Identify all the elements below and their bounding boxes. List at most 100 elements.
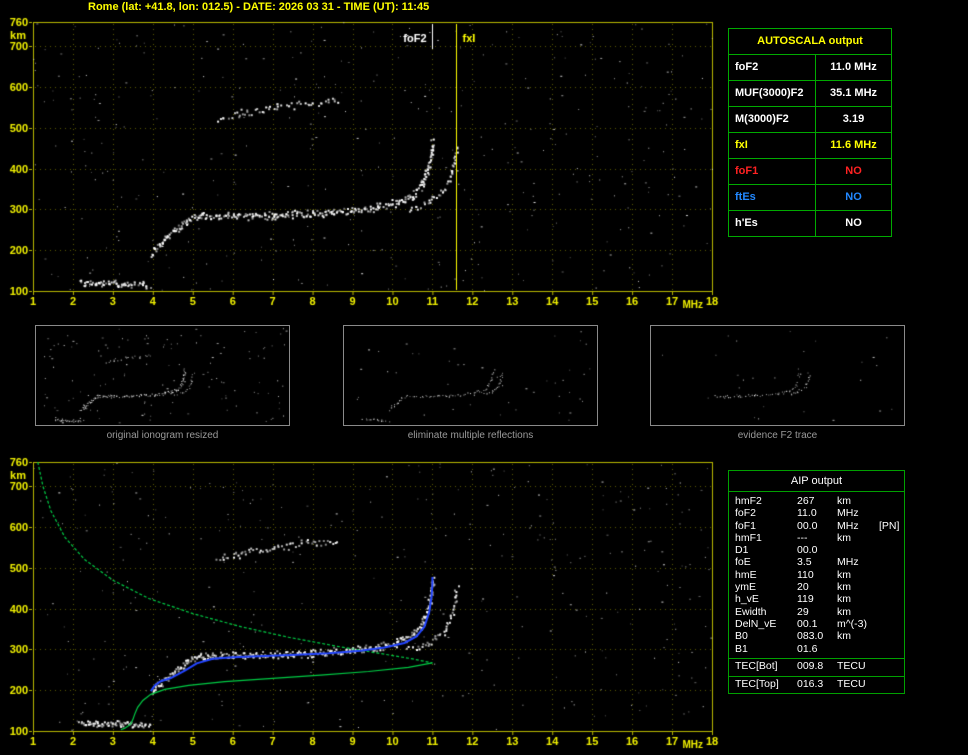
- autoscala-row-ftes: ftEs NO: [729, 185, 891, 211]
- aip-row-h-ve: h_vE 119 km: [729, 593, 904, 605]
- aip-name: TEC[Top]: [735, 677, 779, 690]
- aip-tec-row-tec-top-: TEC[Top] 016.3 TECU: [729, 678, 904, 691]
- aip-unit: km: [837, 593, 851, 606]
- autoscala-row-fxi: fxI 11.6 MHz: [729, 133, 891, 159]
- autoscala-param-label: foF1: [729, 159, 816, 184]
- aip-value: 20: [797, 581, 809, 594]
- aip-unit: TECU: [837, 659, 866, 672]
- divider: [729, 657, 904, 659]
- main-ionogram-canvas: [0, 14, 722, 320]
- thumbnail-caption-original: original ionogram resized: [106, 430, 219, 441]
- aip-row-d1: D1 00.0: [729, 544, 904, 556]
- aip-row-ewidth: Ewidth 29 km: [729, 606, 904, 618]
- autoscala-row-m-3000-f2: M(3000)F2 3.19: [729, 107, 891, 133]
- aip-unit: TECU: [837, 677, 866, 690]
- aip-value: 01.6: [797, 642, 818, 655]
- autoscala-row-fof1: foF1 NO: [729, 159, 891, 185]
- aip-row-deln-ve: DelN_vE 00.1 m^(-3): [729, 618, 904, 630]
- thumbnail-caption-f2: evidence F2 trace: [737, 430, 818, 441]
- aip-name: foE: [735, 556, 751, 569]
- aip-header: AIP output: [729, 471, 904, 492]
- aip-name: foF1: [735, 519, 757, 532]
- aip-note: [879, 544, 904, 556]
- aip-note: [879, 606, 904, 618]
- aip-name: foF2: [735, 507, 757, 520]
- aip-value: 083.0: [797, 630, 824, 643]
- aip-note: [879, 643, 904, 655]
- aip-value: ---: [797, 531, 808, 544]
- aip-value: 00.0: [797, 519, 818, 532]
- aip-row-b0: B0 083.0 km: [729, 630, 904, 642]
- autoscala-param-value: 11.0 MHz: [830, 61, 877, 73]
- autoscala-row-muf-3000-f2: MUF(3000)F2 35.1 MHz: [729, 81, 891, 107]
- aip-row-fof2: foF2 11.0 MHz: [729, 507, 904, 519]
- aip-tec-section: TEC[Bot] 009.8 TECU TEC[Top] 016.3 TECU: [729, 657, 904, 691]
- aip-note: [879, 532, 904, 544]
- aip-value: 00.0: [797, 544, 818, 557]
- aip-unit: [837, 643, 879, 655]
- aip-name: hmF1: [735, 531, 762, 544]
- autoscala-param-value: 3.19: [842, 113, 865, 125]
- aip-name: h_vE: [735, 593, 759, 606]
- autoscala-param-value: NO: [845, 191, 862, 203]
- aip-value: 00.1: [797, 617, 818, 630]
- thumbnail-caption-filtered: eliminate multiple reflections: [407, 430, 534, 441]
- aip-name: TEC[Bot]: [735, 659, 778, 672]
- thumbnail-f2-trace: [650, 325, 905, 426]
- aip-output-table: AIP output hmF2 267 km foF2 11.0 MHz foF1 00.0 M…: [728, 470, 905, 694]
- aip-tec-row-tec-bot-: TEC[Bot] 009.8 TECU: [729, 660, 904, 673]
- autoscala-param-label: foF2: [729, 55, 816, 80]
- aip-note: [879, 556, 904, 568]
- aip-row-hmf1: hmF1 --- km: [729, 532, 904, 544]
- aip-value: 009.8: [797, 659, 824, 672]
- divider: [729, 675, 904, 677]
- aip-name: B1: [735, 642, 748, 655]
- aip-value: 016.3: [797, 677, 824, 690]
- autoscala-param-value: 35.1 MHz: [829, 87, 878, 99]
- autoscala-param-value: 11.6 MHz: [830, 139, 877, 151]
- aip-note: [879, 618, 904, 630]
- aip-unit: km: [837, 630, 851, 643]
- aip-value: 11.0: [797, 507, 817, 520]
- aip-note: [879, 495, 904, 507]
- aip-unit: [837, 544, 879, 556]
- autoscala-param-value: NO: [845, 217, 862, 229]
- autoscala-param-label: h'Es: [729, 211, 816, 236]
- aip-note: [879, 630, 904, 642]
- thumbnail-original-canvas: [36, 326, 289, 425]
- aip-note: [879, 507, 904, 519]
- aip-unit: km: [837, 605, 851, 618]
- aip-name: ymE: [735, 581, 756, 594]
- aip-name: D1: [735, 544, 749, 557]
- aip-name: DelN_vE: [735, 617, 777, 630]
- aip-note: [879, 581, 904, 593]
- autoscala-param-label: ftEs: [729, 185, 816, 210]
- aip-name: hmF2: [735, 495, 762, 507]
- aip-row-foe: foE 3.5 MHz: [729, 556, 904, 568]
- aip-rows: hmF2 267 km foF2 11.0 MHz foF1 00.0 MHz [PN] hmF1 -…: [729, 492, 904, 655]
- aip-value: 267: [797, 495, 815, 507]
- thumbnail-filtered-canvas: [344, 326, 597, 425]
- aip-unit: m^(-3): [837, 617, 868, 630]
- aip-unit: MHz: [837, 507, 859, 520]
- autoscala-param-label: M(3000)F2: [729, 107, 816, 132]
- aip-value: 110: [797, 568, 814, 581]
- autoscala-header: AUTOSCALA output: [729, 29, 891, 55]
- aip-unit: MHz: [837, 519, 859, 532]
- aip-row-hme: hmE 110 km: [729, 569, 904, 581]
- autoscala-param-value: NO: [845, 165, 862, 177]
- aip-unit: km: [837, 495, 851, 507]
- aip-row-hmf2: hmF2 267 km: [729, 495, 904, 507]
- aip-row-yme: ymE 20 km: [729, 581, 904, 593]
- aip-name: B0: [735, 630, 748, 643]
- aip-row-b1: B1 01.6: [729, 643, 904, 655]
- aip-note: [PN]: [879, 519, 900, 532]
- aip-note: [879, 593, 904, 605]
- autoscala-rows: foF2 11.0 MHz MUF(3000)F2 35.1 MHz M(3000)F2…: [729, 55, 891, 236]
- aip-unit: km: [837, 531, 851, 544]
- autoscala-window: Rome (lat: +41.8, lon: 012.5) - DATE: 20…: [0, 0, 968, 755]
- aip-name: hmE: [735, 568, 757, 581]
- autoscala-row-fof2: foF2 11.0 MHz: [729, 55, 891, 81]
- autoscala-param-label: fxI: [729, 133, 816, 158]
- thumbnail-f2-canvas: [651, 326, 904, 425]
